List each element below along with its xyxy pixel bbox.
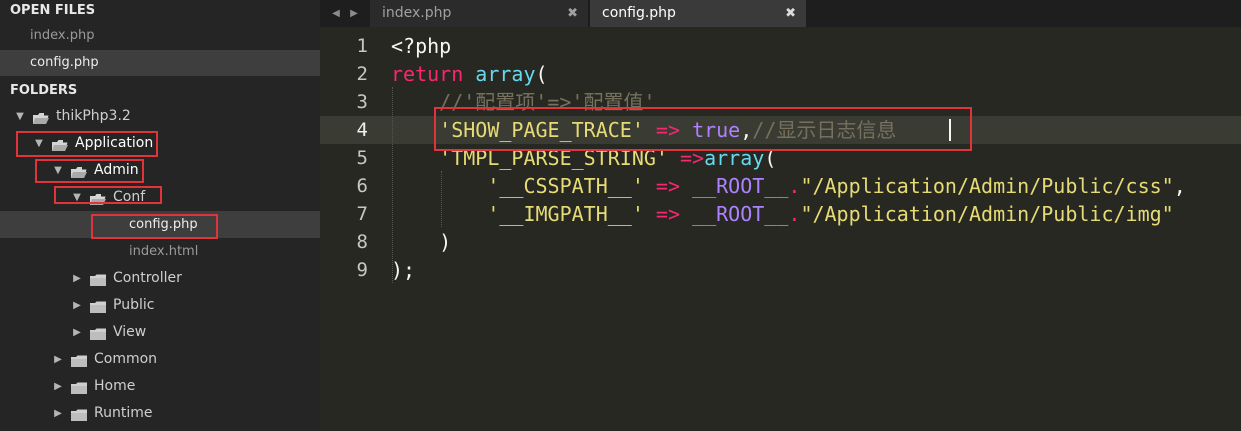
triangle-right-icon[interactable]: ▶	[71, 319, 83, 346]
triangle-right-icon[interactable]: ▶	[52, 346, 64, 373]
folder-icon	[70, 407, 88, 421]
code-token: array	[475, 62, 536, 86]
tree-item[interactable]: ▶ Home	[0, 373, 320, 400]
code-token: ,	[1173, 174, 1186, 198]
code-token: <?php	[391, 34, 452, 58]
code-token: =>	[655, 202, 681, 226]
tab-config-php[interactable]: config.php ✖	[590, 0, 806, 27]
code-token: (	[535, 62, 548, 86]
tree-item[interactable]: ▶ Public	[0, 292, 320, 319]
tree-item[interactable]: ▶ Controller	[0, 265, 320, 292]
highlight-box-conf	[54, 186, 162, 204]
code-token: return	[391, 62, 464, 86]
tab-prev-arrow-icon[interactable]: ◀	[328, 0, 344, 27]
tab-index-php[interactable]: index.php ✖	[370, 0, 589, 27]
tab-label: config.php	[602, 5, 676, 21]
code-line[interactable]: );	[391, 256, 415, 284]
code-token: '__CSSPATH__'	[487, 174, 644, 198]
sidebar: OPEN FILES index.php config.php FOLDERS …	[0, 0, 320, 431]
triangle-right-icon[interactable]: ▶	[71, 265, 83, 292]
tree-item-label: Controller	[113, 270, 182, 286]
highlight-box-application	[16, 131, 158, 157]
tree-item[interactable]: ▶ Runtime	[0, 400, 320, 427]
code-token: __ROOT__	[692, 202, 789, 226]
code-editor[interactable]: 123456789 <?php return array( //'配置项'=>'配…	[320, 27, 1241, 431]
open-file-config-php[interactable]: config.php	[0, 50, 320, 76]
open-file-index-php[interactable]: index.php	[0, 23, 320, 49]
code-token: .	[788, 202, 801, 226]
tree-item-label: Home	[94, 378, 136, 394]
tab-bar: ◀ ▶ index.php ✖ config.php ✖	[320, 0, 1241, 27]
code-token: =>	[655, 174, 681, 198]
tab-label: index.php	[382, 5, 452, 21]
folders-header: FOLDERS	[10, 83, 78, 98]
code-token: __ROOT__	[692, 174, 789, 198]
code-line[interactable]: )	[391, 228, 451, 256]
tree-item[interactable]: ▶ View	[0, 319, 320, 346]
triangle-down-icon[interactable]: ▼	[14, 103, 26, 130]
tree-item-label: View	[113, 324, 147, 340]
code-line[interactable]: <?php	[391, 32, 451, 60]
code-token: "/Application/Admin/Public/img"	[800, 202, 1174, 226]
close-icon[interactable]: ✖	[785, 0, 796, 27]
highlight-box-show-page-trace	[434, 107, 972, 151]
text-cursor	[949, 119, 951, 141]
tree-item-label: Common	[94, 351, 158, 367]
folder-icon	[89, 272, 107, 286]
highlight-box-admin	[35, 159, 144, 183]
code-token: )	[391, 230, 452, 254]
triangle-right-icon[interactable]: ▶	[71, 292, 83, 319]
code-token: '__IMGPATH__'	[487, 202, 644, 226]
open-files-header: OPEN FILES	[10, 3, 96, 18]
folder-icon	[89, 326, 107, 340]
indent-guide	[392, 87, 393, 283]
folder-icon	[70, 380, 88, 394]
line-number: 6	[356, 175, 368, 197]
triangle-right-icon[interactable]: ▶	[52, 373, 64, 400]
code-token: .	[788, 174, 801, 198]
folder-open-icon	[32, 110, 50, 124]
line-number: 1	[356, 35, 368, 57]
code-line[interactable]: '__IMGPATH__' => __ROOT__."/Application/…	[391, 200, 1174, 228]
indent-guide	[441, 171, 442, 227]
code-line[interactable]: return array(	[391, 60, 548, 88]
tree-item-label: Runtime	[94, 405, 153, 421]
tree-item[interactable]: index.html	[0, 238, 320, 265]
open-file-label: index.php	[30, 28, 95, 43]
line-number: 3	[356, 91, 368, 113]
line-number: 7	[356, 203, 368, 225]
tree-item-label: thikPhp3.2	[56, 108, 131, 124]
code-token: );	[391, 258, 416, 282]
tree-item[interactable]: ▼ thikPhp3.2	[0, 103, 320, 130]
line-number: 8	[356, 231, 368, 253]
tree-item-label: Public	[113, 297, 155, 313]
triangle-right-icon[interactable]: ▶	[52, 400, 64, 427]
highlight-box-config-php	[91, 214, 218, 239]
line-number: 5	[356, 147, 368, 169]
tab-next-arrow-icon[interactable]: ▶	[346, 0, 362, 27]
tree-item-label: index.html	[129, 244, 199, 259]
open-file-label: config.php	[30, 55, 99, 70]
close-icon[interactable]: ✖	[567, 0, 578, 27]
code-token: "/Application/Admin/Public/css"	[800, 174, 1174, 198]
line-number: 4	[356, 119, 368, 141]
tree-item[interactable]: ▶ Common	[0, 346, 320, 373]
folder-icon	[89, 299, 107, 313]
editor-window: OPEN FILES index.php config.php FOLDERS …	[0, 0, 1241, 431]
folder-icon	[70, 353, 88, 367]
line-number: 9	[356, 259, 368, 281]
line-number: 2	[356, 63, 368, 85]
code-line[interactable]: '__CSSPATH__' => __ROOT__."/Application/…	[391, 172, 1186, 200]
